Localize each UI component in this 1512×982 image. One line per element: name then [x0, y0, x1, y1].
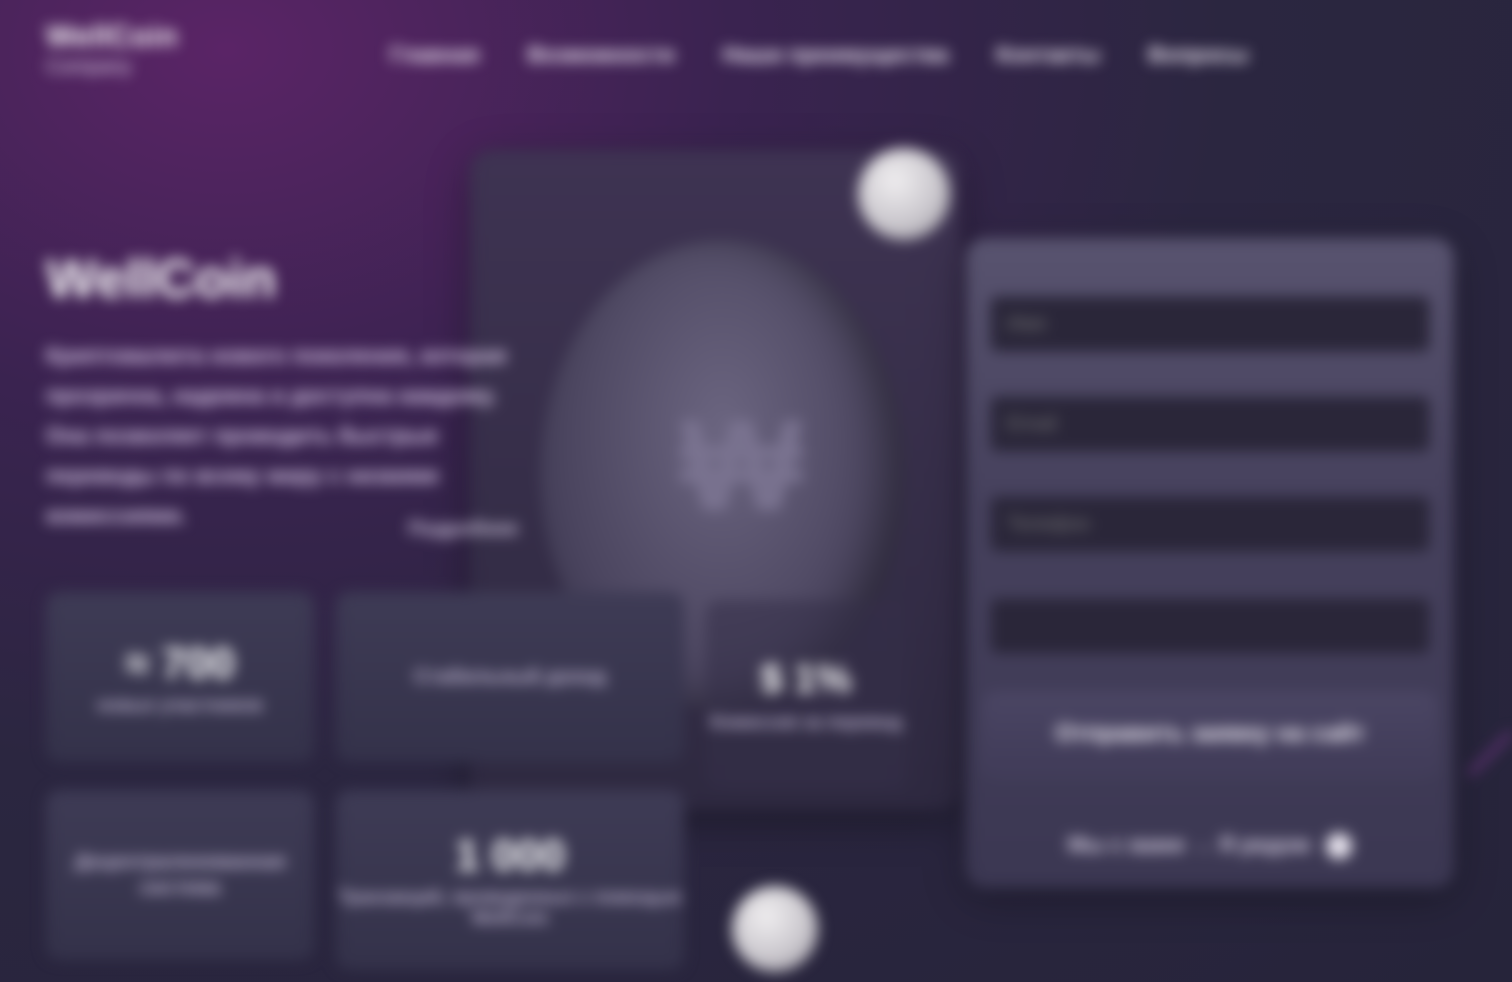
hero-description: Криптовалюта нового поколения, которая п… — [46, 343, 507, 528]
stat-label: новых участников — [97, 694, 263, 715]
commission-card: $ 1% Комиссия за перевод — [706, 600, 906, 790]
nav-item-contacts[interactable]: Контакты — [996, 42, 1100, 68]
policy-row: Мы с вами → Я рядом — [966, 832, 1454, 860]
commission-label: Комиссия за перевод — [710, 711, 902, 732]
commission-value: $ 1% — [760, 656, 852, 701]
nav-item-features[interactable]: Возможности — [527, 42, 674, 68]
coin-symbol-icon: ₩ — [680, 392, 803, 538]
page: WellCoin Company Главная Возможности Наш… — [0, 0, 1512, 982]
logo-name: WellCoin — [46, 20, 178, 53]
nav-item-home[interactable]: Главная — [390, 42, 479, 68]
main-nav: Главная Возможности Наши преимущества Ко… — [390, 42, 1248, 68]
toggle-dot-icon[interactable] — [1326, 833, 1353, 860]
stat-label: Децентрализованная система — [74, 851, 286, 899]
more-link[interactable]: Подробнее — [408, 518, 518, 541]
contact-form: Отправить заявку на сайт Мы с вами → Я р… — [966, 238, 1454, 888]
stat-label: Транзакций, проведенных с помощью WellCo… — [338, 887, 682, 928]
logo[interactable]: WellCoin Company — [46, 20, 178, 79]
name-field[interactable] — [990, 296, 1430, 352]
stat-card: 1 000 Транзакций, проведенных с помощью … — [336, 790, 684, 970]
policy-text: Мы с вами → Я рядом — [1067, 832, 1311, 857]
stat-value: 1 000 — [454, 831, 566, 880]
small-coin-icon — [732, 886, 818, 972]
small-coin-icon — [858, 148, 950, 240]
hero-title: WellCoin — [46, 249, 277, 309]
email-field[interactable] — [990, 396, 1430, 452]
message-field[interactable] — [990, 598, 1430, 654]
stat-value: ≈ 700 — [125, 638, 235, 688]
stat-card: Децентрализованная система — [46, 790, 314, 960]
stat-card: Стабильный доход — [336, 592, 684, 762]
stat-card: ≈ 700 новых участников — [46, 592, 314, 762]
submit-button[interactable]: Отправить заявку на сайт — [984, 692, 1436, 776]
decorative-accent-line — [1468, 730, 1512, 776]
phone-field[interactable] — [990, 496, 1430, 552]
logo-subtitle: Company — [46, 56, 132, 78]
nav-item-faq[interactable]: Вопросы — [1148, 42, 1248, 68]
nav-item-advantages[interactable]: Наши преимущества — [723, 42, 949, 68]
stat-label: Стабильный доход — [414, 666, 606, 688]
